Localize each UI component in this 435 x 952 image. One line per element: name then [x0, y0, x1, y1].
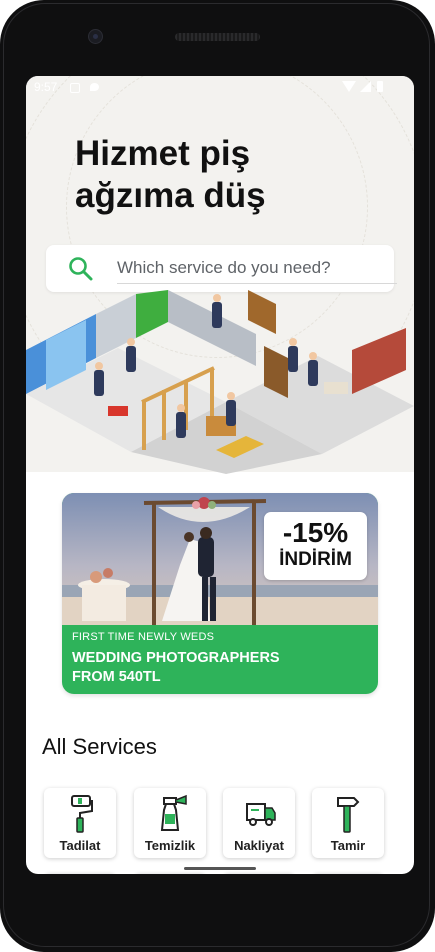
all-services-heading: All Services [42, 734, 157, 759]
front-camera [88, 29, 103, 44]
service-label: Temizlik [144, 838, 196, 853]
app-screen: 9:57 Hizmet piş ağzıma düş Which service… [26, 76, 414, 874]
spray-bottle-icon [160, 794, 187, 831]
phone-frame: 9:57 Hizmet piş ağzıma düş Which service… [0, 0, 435, 952]
hero-section: 9:57 Hizmet piş ağzıma düş [26, 76, 414, 474]
promo-title: WEDDING PHOTOGRAPHERS FROM 540TL [72, 650, 280, 685]
earpiece-speaker [175, 33, 260, 41]
gesture-nav-bar[interactable] [184, 867, 256, 870]
status-bar: 9:57 [26, 76, 414, 100]
headline-line-1: Hizmet piş [75, 134, 251, 173]
status-time: 9:57 [34, 80, 58, 94]
page-title: Hizmet piş ağzıma düş [75, 133, 375, 217]
search-bar[interactable] [46, 245, 397, 292]
discount-value: -15% [282, 517, 349, 548]
promo-text: FIRST TIME NEWLY WEDS WEDDING PHOTOGRAPH… [72, 631, 372, 687]
service-temizlik[interactable]: Temizlik [134, 788, 206, 858]
signal-icon [360, 81, 371, 92]
message-notification-icon [90, 83, 99, 91]
search-icon[interactable] [68, 256, 94, 282]
headline-line-2: ağzıma düş [75, 176, 266, 215]
service-tamir[interactable]: Tamir [312, 788, 384, 858]
service-label: Tadilat [59, 838, 101, 853]
promo-subtitle: FIRST TIME NEWLY WEDS [72, 631, 215, 643]
service-label: Nakliyat [234, 838, 284, 853]
paint-roller-icon [71, 795, 93, 833]
renovation-illustration [26, 290, 414, 474]
service-label: Tamir [330, 838, 366, 853]
service-tadilat[interactable]: Tadilat [44, 788, 116, 858]
search-input[interactable] [117, 253, 397, 284]
moving-truck-icon [246, 803, 276, 826]
battery-icon [377, 81, 383, 92]
wifi-icon [342, 81, 356, 92]
hammer-icon [337, 797, 360, 833]
notification-icon [70, 83, 80, 93]
discount-label: İNDİRİM [279, 549, 352, 570]
service-nakliyat[interactable]: Nakliyat [223, 788, 295, 858]
services-grid: Tadilat Temizlik Nakliyat Tamir [44, 788, 404, 858]
discount-badge: -15% İNDİRİM [264, 512, 367, 580]
promo-banner[interactable]: -15% İNDİRİM FIRST TIME NEWLY WEDS WEDDI… [62, 493, 378, 694]
